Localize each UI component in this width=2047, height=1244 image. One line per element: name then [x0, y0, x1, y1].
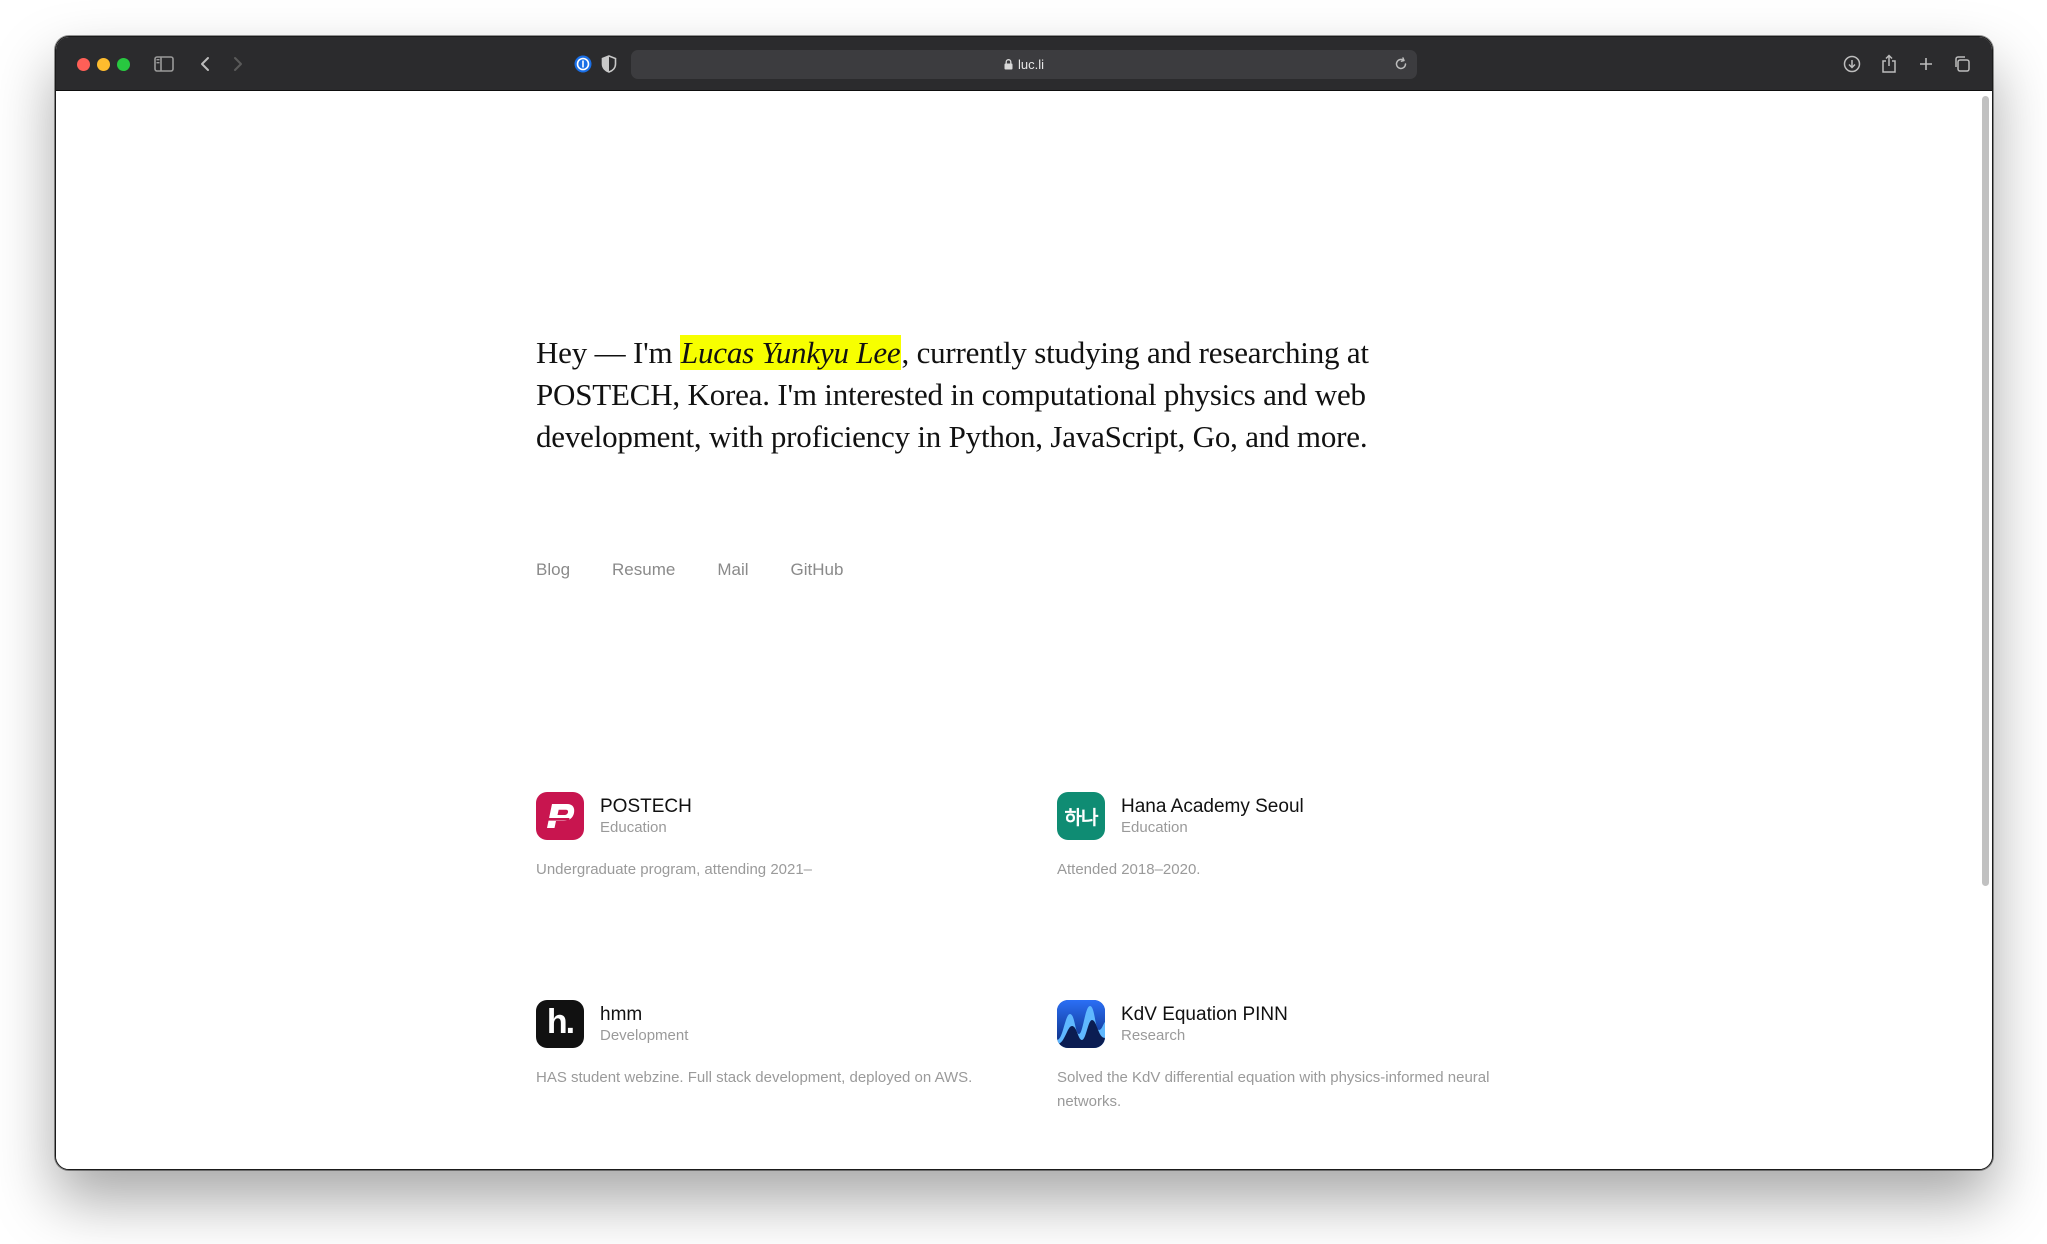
back-arrow-icon[interactable]	[193, 52, 217, 76]
tab-overview-icon[interactable]	[1950, 52, 1974, 76]
forward-arrow-icon[interactable]	[226, 52, 250, 76]
downloads-icon[interactable]	[1840, 52, 1864, 76]
hana-logo-icon: 하나	[1057, 792, 1105, 840]
share-icon[interactable]	[1877, 52, 1901, 76]
intro-paragraph: Hey — I'm Lucas Yunkyu Lee, currently st…	[536, 332, 1516, 458]
card-description: Attended 2018–2020.	[1057, 861, 1201, 878]
postech-logo-icon	[536, 792, 584, 840]
card-category: Research	[1121, 1027, 1186, 1044]
card-title: Hana Academy Seoul	[1121, 796, 1304, 817]
hana-logo-text: 하나	[1064, 806, 1099, 829]
mail-link[interactable]: Mail	[717, 560, 748, 580]
highlighted-name: Lucas Yunkyu Lee	[679, 335, 902, 370]
kdv-wave-icon	[1057, 1000, 1105, 1048]
privacy-shield-icon[interactable]	[597, 52, 621, 76]
card-title: KdV Equation PINN	[1121, 1004, 1288, 1025]
new-tab-plus-icon[interactable]	[1914, 52, 1938, 76]
password-manager-icon[interactable]	[571, 52, 595, 76]
browser-window: luc.li Hey — I'm Lucas Yunkyu Lee, curre…	[55, 36, 1993, 1170]
card-description: Solved the KdV differential equation wit…	[1057, 1069, 1490, 1110]
page-content: Hey — I'm Lucas Yunkyu Lee, currently st…	[56, 92, 1992, 1169]
reload-icon[interactable]	[1394, 57, 1408, 74]
sidebar-toggle-icon[interactable]	[152, 52, 176, 76]
blog-link[interactable]: Blog	[536, 560, 570, 580]
zoom-window-button[interactable]	[117, 58, 130, 71]
hmm-logo-text: h.	[546, 1002, 575, 1041]
resume-link[interactable]: Resume	[612, 560, 675, 580]
hmm-logo-icon: h.	[536, 1000, 584, 1048]
address-bar[interactable]: luc.li	[631, 50, 1417, 79]
card-category: Development	[600, 1027, 689, 1044]
card-title: hmm	[600, 1004, 643, 1025]
card-description: HAS student webzine. Full stack developm…	[536, 1069, 973, 1086]
scrollbar[interactable]	[1982, 96, 1989, 886]
card-title: POSTECH	[600, 796, 692, 817]
card-description: Undergraduate program, attending 2021–	[536, 861, 813, 878]
card-category: Education	[1121, 819, 1188, 836]
close-window-button[interactable]	[77, 58, 90, 71]
url-text: luc.li	[1017, 57, 1044, 72]
intro-greeting: Hey — I'm	[536, 335, 680, 370]
lock-icon	[1004, 59, 1013, 70]
minimize-window-button[interactable]	[97, 58, 110, 71]
github-link[interactable]: GitHub	[791, 560, 844, 580]
card-category: Education	[600, 819, 667, 836]
social-links: Blog Resume Mail GitHub	[536, 560, 843, 580]
browser-toolbar: luc.li	[56, 37, 1992, 91]
